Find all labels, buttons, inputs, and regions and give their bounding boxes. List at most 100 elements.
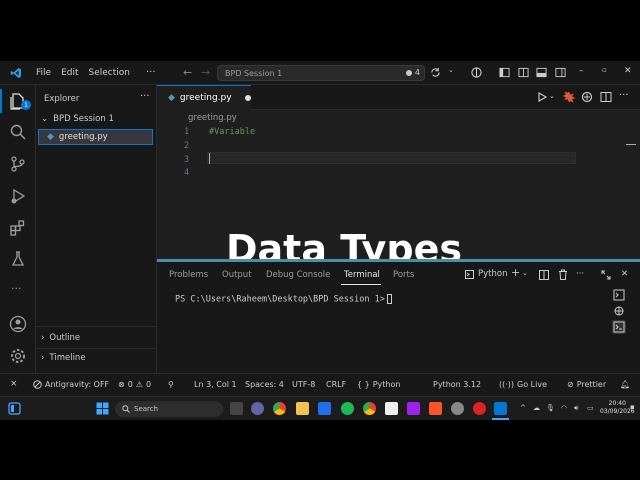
ai-sparkle-icon[interactable] bbox=[563, 91, 575, 103]
search-icon[interactable] bbox=[9, 123, 27, 141]
menu-selection[interactable]: Selection bbox=[89, 68, 130, 78]
menu-file[interactable]: File bbox=[36, 68, 51, 78]
openai-icon[interactable] bbox=[581, 91, 593, 103]
menu-edit[interactable]: Edit bbox=[61, 68, 78, 78]
chrome-icon[interactable] bbox=[273, 402, 286, 415]
chevron-down-icon[interactable]: ⌄ bbox=[549, 92, 555, 100]
back-arrow-icon[interactable]: ← bbox=[183, 66, 192, 79]
chrome-profile-icon[interactable] bbox=[363, 402, 376, 415]
chevron-down-icon[interactable]: ⌄ bbox=[448, 66, 454, 74]
account-icon[interactable] bbox=[9, 315, 27, 333]
source-control-icon[interactable] bbox=[9, 155, 27, 173]
windows-start-icon[interactable] bbox=[96, 402, 109, 415]
file-label: greeting.py bbox=[58, 132, 108, 142]
split-editor-icon[interactable] bbox=[600, 91, 612, 103]
customize-layout-icon[interactable] bbox=[555, 67, 566, 78]
minimap-indicator[interactable] bbox=[626, 144, 636, 145]
app-icon[interactable] bbox=[473, 402, 486, 415]
antigravity-status[interactable]: Antigravity: OFF bbox=[33, 380, 109, 389]
breadcrumb[interactable]: greeting.py bbox=[188, 113, 237, 123]
volume-icon[interactable]: 🔊︎ bbox=[574, 404, 578, 413]
forward-arrow-icon[interactable]: → bbox=[201, 66, 210, 79]
go-live-button[interactable]: ((·)) Go Live bbox=[499, 380, 547, 389]
folder-label: BPD Session 1 bbox=[53, 114, 114, 124]
task-view-icon[interactable] bbox=[230, 402, 243, 415]
file-greeting-py[interactable]: ◆ greeting.py bbox=[38, 129, 153, 145]
new-terminal-icon[interactable]: + bbox=[511, 266, 520, 279]
cursor-position[interactable]: Ln 3, Col 1 bbox=[194, 380, 237, 389]
extensions-indicator[interactable]: 4 bbox=[405, 68, 420, 77]
tab-output[interactable]: Output bbox=[222, 270, 252, 280]
file-explorer-icon[interactable] bbox=[296, 402, 309, 415]
debug-terminal-icon[interactable] bbox=[612, 304, 626, 318]
ports-icon[interactable]: ⚲ bbox=[168, 380, 174, 389]
toggle-sidebar-icon[interactable] bbox=[499, 67, 510, 78]
notification-bell-icon[interactable]: ▪ bbox=[630, 403, 635, 411]
sync-icon[interactable] bbox=[430, 67, 441, 78]
extensions-icon[interactable] bbox=[9, 219, 27, 237]
brave-icon[interactable] bbox=[429, 402, 442, 415]
line-number: 1 bbox=[184, 127, 190, 137]
editor-more-button[interactable]: ··· bbox=[619, 90, 629, 101]
more-views-icon[interactable]: ··· bbox=[11, 282, 22, 295]
close-button[interactable]: ✕ bbox=[624, 66, 632, 76]
split-terminal-icon[interactable] bbox=[539, 270, 549, 280]
outline-section[interactable]: › Outline bbox=[41, 333, 80, 343]
onedrive-icon[interactable]: ☁ bbox=[533, 404, 540, 412]
store-icon[interactable] bbox=[318, 402, 331, 415]
settings-gear-icon[interactable] bbox=[9, 347, 27, 365]
folder-bpd-session-1[interactable]: ⌄ BPD Session 1 bbox=[41, 114, 114, 124]
chevron-down-icon[interactable]: ⌄ bbox=[522, 269, 528, 277]
restore-button[interactable]: ▫ bbox=[602, 66, 607, 74]
obs-icon[interactable] bbox=[407, 402, 420, 415]
sidebar-more-button[interactable]: ··· bbox=[140, 91, 150, 102]
remote-indicator[interactable]: ⨯ bbox=[10, 379, 18, 389]
settings-gear-icon[interactable] bbox=[451, 402, 464, 415]
battery-icon[interactable]: ▭ bbox=[587, 404, 594, 412]
widgets-icon[interactable] bbox=[8, 402, 21, 415]
tab-terminal[interactable]: Terminal bbox=[344, 270, 380, 280]
command-center[interactable]: BPD Session 1 4 bbox=[217, 65, 425, 81]
microphone-icon[interactable]: 🎙︎ bbox=[546, 404, 555, 412]
tab-debug-console[interactable]: Debug Console bbox=[266, 270, 330, 280]
maximize-panel-icon[interactable] bbox=[601, 270, 611, 280]
timeline-section[interactable]: › Timeline bbox=[41, 353, 86, 363]
python-terminal-icon[interactable] bbox=[612, 320, 626, 334]
teams-icon[interactable] bbox=[251, 402, 264, 415]
problems-indicator[interactable]: ⊗ 0 ⚠ 0 bbox=[118, 380, 151, 389]
tray-chevron-icon[interactable]: ^ bbox=[520, 404, 526, 412]
toggle-panel-icon[interactable] bbox=[536, 67, 547, 78]
indentation[interactable]: Spaces: 4 bbox=[245, 380, 284, 389]
minimize-button[interactable]: – bbox=[579, 66, 584, 76]
language-mode[interactable]: { } Python bbox=[357, 380, 400, 389]
menu-more-button[interactable]: ··· bbox=[146, 67, 156, 78]
roblox-icon[interactable] bbox=[385, 402, 398, 415]
terminal-shell-selector[interactable]: Python bbox=[465, 269, 507, 279]
close-panel-icon[interactable]: ✕ bbox=[621, 269, 628, 279]
explorer-sidebar: Explorer ··· ⌄ BPD Session 1 ◆ greeting.… bbox=[36, 85, 157, 373]
panel-more-button[interactable]: ··· bbox=[576, 269, 584, 279]
terminal-instance-icon[interactable] bbox=[612, 288, 626, 302]
python-interpreter[interactable]: Python 3.12 bbox=[433, 380, 481, 389]
terminal-output[interactable]: PS C:\Users\Raheem\Desktop\BPD Session 1… bbox=[175, 294, 392, 305]
unsaved-dot-icon[interactable] bbox=[244, 95, 251, 101]
notifications-bell-icon[interactable]: 🔔︎ bbox=[620, 380, 630, 389]
prettier-status[interactable]: ⊘ Prettier bbox=[567, 380, 606, 389]
trash-icon[interactable] bbox=[558, 269, 568, 280]
code-line[interactable]: #Variable bbox=[209, 127, 255, 137]
tab-greeting-py[interactable]: ◆ greeting.py bbox=[157, 85, 251, 110]
wifi-icon[interactable]: ◠ bbox=[561, 404, 567, 412]
tab-ports[interactable]: Ports bbox=[393, 270, 414, 280]
vscode-taskbar-icon[interactable] bbox=[494, 402, 507, 415]
tab-problems[interactable]: Problems bbox=[169, 270, 208, 280]
spotify-icon[interactable] bbox=[341, 402, 354, 415]
toggle-secondary-sidebar-icon[interactable] bbox=[518, 67, 529, 78]
encoding[interactable]: UTF-8 bbox=[292, 380, 315, 389]
taskbar-search[interactable]: Search bbox=[115, 401, 223, 417]
testing-flask-icon[interactable] bbox=[9, 250, 27, 268]
copilot-icon[interactable] bbox=[471, 67, 482, 78]
python-file-icon: ◆ bbox=[168, 93, 175, 103]
run-debug-icon[interactable] bbox=[9, 187, 27, 205]
line-endings[interactable]: CRLF bbox=[326, 380, 346, 389]
run-file-icon[interactable] bbox=[536, 91, 548, 103]
